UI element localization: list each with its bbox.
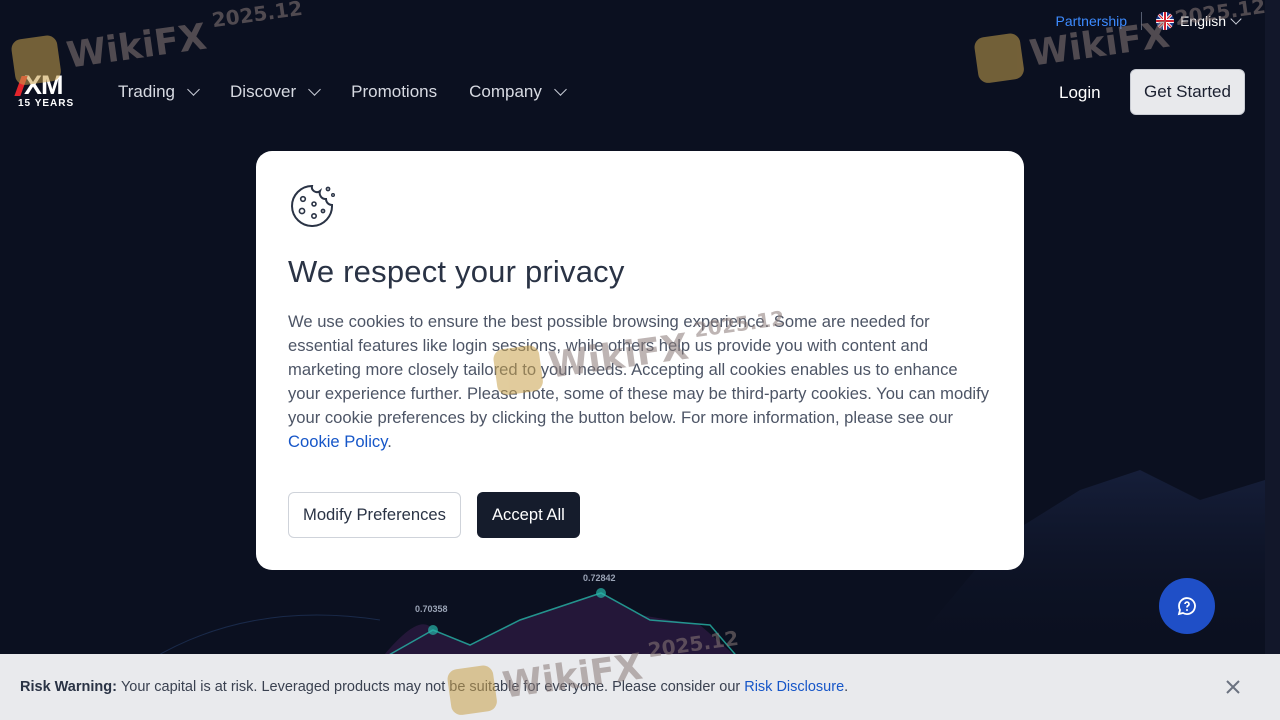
cookie-consent-modal: We respect your privacy We use cookies t… [256, 151, 1024, 570]
nav-item-trading[interactable]: Trading [118, 82, 200, 102]
divider [1141, 12, 1143, 30]
modal-title: We respect your privacy [288, 254, 625, 289]
get-started-button[interactable]: Get Started [1130, 69, 1245, 115]
nav-label: Promotions [351, 82, 438, 101]
chart-point-label: 0.72842 [583, 573, 616, 583]
cookie-icon [291, 184, 336, 227]
modal-body: We use cookies to ensure the best possib… [288, 310, 992, 454]
main-nav: Trading Discover Promotions Company [118, 82, 567, 102]
watermark-text: WikiFX [64, 16, 210, 77]
nav-item-company[interactable]: Company [469, 82, 567, 102]
watermark-logo-icon [973, 32, 1026, 85]
language-selector[interactable]: English [1156, 12, 1242, 30]
nav-label: Discover [230, 82, 297, 101]
chat-help-icon [1177, 597, 1196, 616]
modal-actions: Modify Preferences Accept All [288, 492, 580, 538]
login-link[interactable]: Login [1059, 83, 1101, 103]
modal-body-text: We use cookies to ensure the best possib… [288, 312, 990, 427]
nav-item-discover[interactable]: Discover [230, 82, 322, 102]
cookie-policy-link[interactable]: Cookie Policy [288, 432, 387, 451]
chat-help-button[interactable] [1159, 578, 1215, 634]
logo[interactable]: XM 15 YEARS [14, 72, 80, 114]
chevron-down-icon [187, 83, 200, 96]
chart-point-label: 0.70358 [415, 604, 448, 614]
language-label: English [1180, 13, 1226, 29]
uk-flag-icon [1156, 12, 1175, 30]
close-icon[interactable] [1224, 678, 1242, 696]
risk-warning-end: . [844, 679, 849, 695]
risk-disclosure-link[interactable]: Risk Disclosure [744, 679, 844, 695]
risk-warning-text: Your capital is at risk. Leveraged produ… [120, 679, 741, 695]
risk-warning-heading: Risk Warning: [20, 679, 117, 695]
nav-item-promotions[interactable]: Promotions [351, 82, 437, 102]
top-utility-bar: Partnership English [1055, 12, 1242, 30]
chevron-down-icon [308, 83, 322, 96]
watermark-year: 2025.12 [210, 0, 304, 33]
nav-label: Company [469, 82, 542, 101]
nav-label: Trading [118, 82, 176, 101]
scrollbar[interactable] [1265, 0, 1280, 654]
chevron-down-icon [554, 83, 567, 96]
chevron-down-icon [1230, 12, 1242, 25]
accept-all-button[interactable]: Accept All [476, 492, 580, 538]
modal-body-end: . [387, 432, 392, 451]
partnership-link[interactable]: Partnership [1055, 13, 1127, 29]
logo-tagline: 15 YEARS [18, 98, 75, 109]
modify-preferences-button[interactable]: Modify Preferences [288, 492, 461, 538]
risk-warning-bar: Risk Warning: Your capital is at risk. L… [0, 654, 1280, 720]
